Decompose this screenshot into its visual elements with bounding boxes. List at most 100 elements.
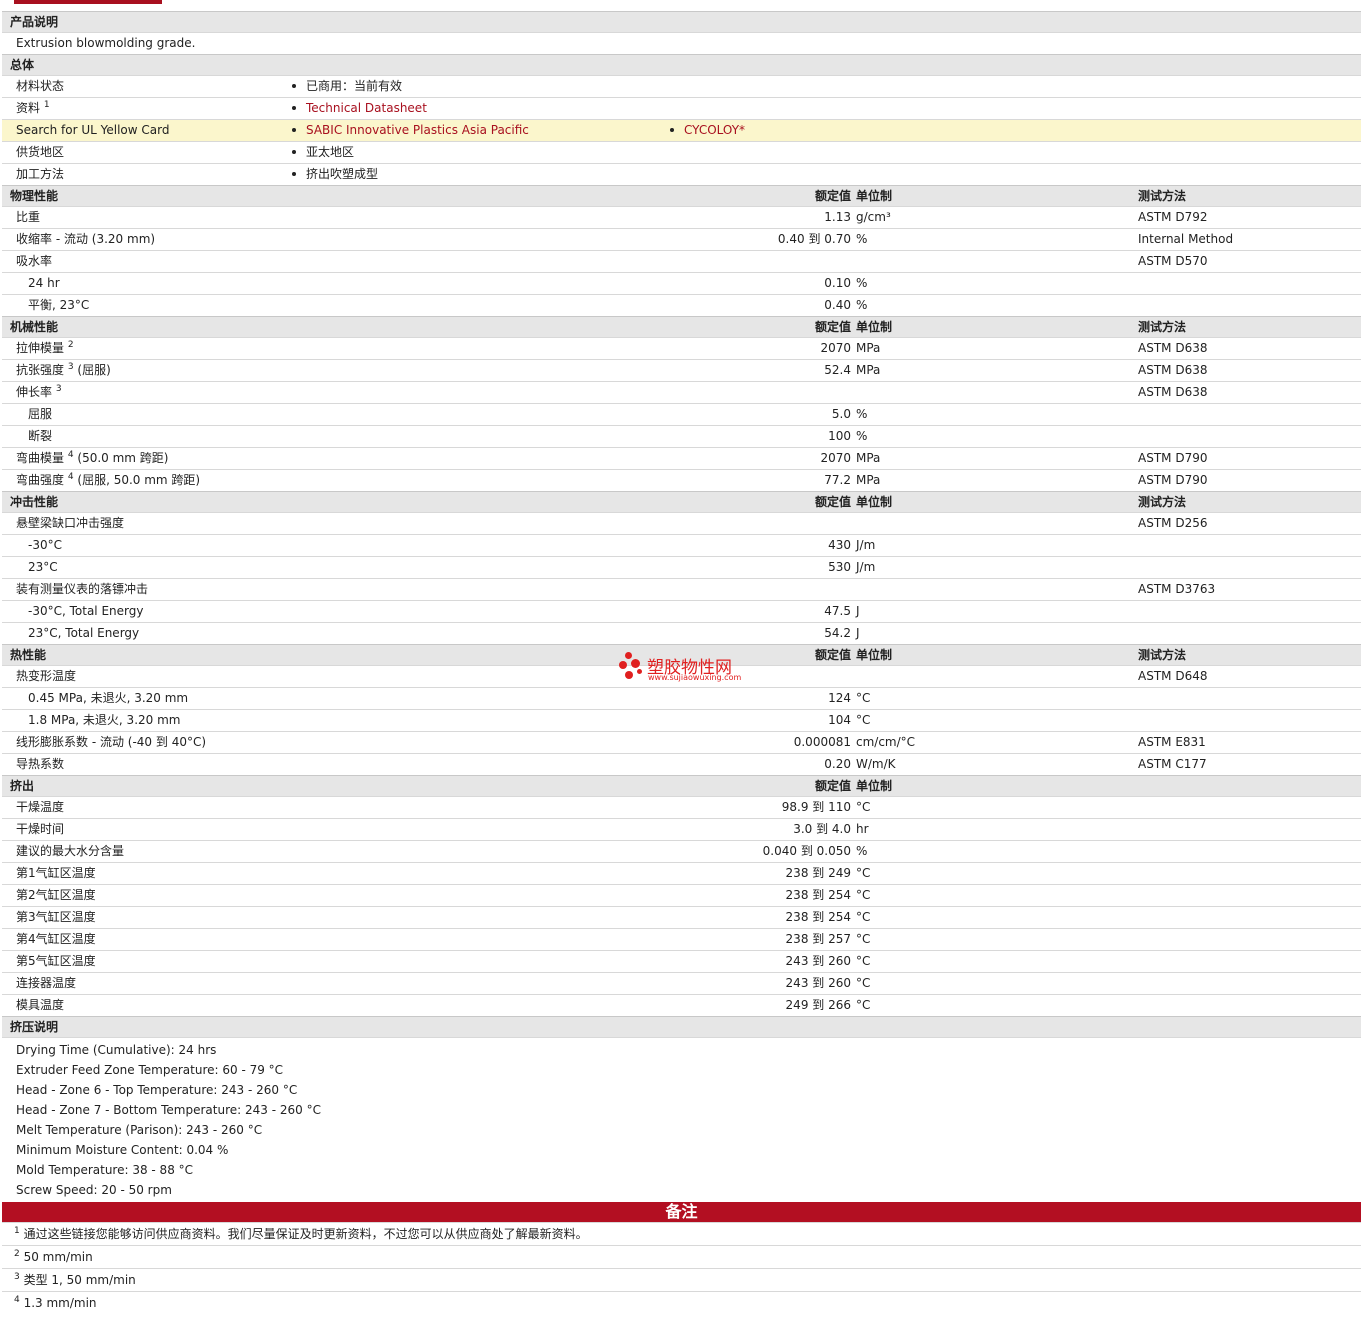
general-row-label: Search for UL Yellow Card <box>16 120 169 141</box>
property-value: 243 到 260 <box>785 954 851 968</box>
property-value: 47.5 <box>824 604 851 618</box>
property-row: 比重 1.13 g/cm³ ASTM D792 <box>2 206 1361 228</box>
general-item-link[interactable]: SABIC Innovative Plastics Asia Pacific <box>306 123 529 137</box>
property-value: 0.10 <box>824 276 851 290</box>
property-test-method: Internal Method <box>1138 232 1234 246</box>
footnote-ref: 3 <box>55 384 62 394</box>
property-row: 弯曲强度 4 (屈服, 50.0 mm 跨距) 77.2 MPa ASTM D790 <box>2 469 1361 491</box>
bullet-icon <box>292 105 296 110</box>
property-row: 第4气缸区温度 238 到 257 °C <box>2 928 1361 950</box>
section-title: 机械性能 <box>10 320 59 334</box>
property-label: 收缩率 - 流动 (3.20 mm) <box>16 229 155 250</box>
header-unit: 单位制 <box>856 648 893 662</box>
property-unit: °C <box>856 976 871 990</box>
top-accent-bar <box>14 0 162 4</box>
general-item[interactable]: Technical Datasheet <box>292 98 427 119</box>
property-unit: °C <box>856 691 871 705</box>
property-row: 悬壁梁缺口冲击强度 ASTM D256 <box>2 512 1361 534</box>
property-value: 0.40 <box>824 298 851 312</box>
property-unit: J <box>856 626 860 640</box>
property-value: 238 到 254 <box>785 888 851 902</box>
remarks-title: 备注 <box>665 1202 698 1221</box>
property-condition: (屈服) <box>73 363 111 377</box>
property-sections: 物理性能 额定值 单位制 测试方法 比重 1.13 g/cm³ ASTM D792 收缩率 - … <box>2 185 1361 1016</box>
header-value: 额定值 <box>814 189 851 203</box>
general-item[interactable]: CYCOLOY* <box>670 120 745 141</box>
property-name: 比重 <box>16 210 41 224</box>
section-title: 总体 <box>10 58 35 72</box>
property-value: 238 到 254 <box>785 910 851 924</box>
header-value: 额定值 <box>814 320 851 334</box>
property-row: 平衡, 23°C 0.40% <box>2 294 1361 316</box>
property-row: 23°C 530 J/m <box>2 556 1361 578</box>
property-row: 模具温度 249 到 266 °C <box>2 994 1361 1016</box>
general-row-label: 资料 1 <box>16 98 50 119</box>
section-header: 物理性能 额定值 单位制 测试方法 <box>2 185 1361 206</box>
label-text: 资料 <box>16 101 41 115</box>
property-name: 干燥温度 <box>16 800 65 814</box>
general-row: Search for UL Yellow Card SABIC Innovativ… <box>2 119 1361 141</box>
property-value: 104 <box>828 713 851 727</box>
property-unit: °C <box>856 713 871 727</box>
general-item-link[interactable]: Technical Datasheet <box>306 101 427 115</box>
property-label: 抗张强度 3 (屈服) <box>16 360 111 381</box>
bullet-icon <box>292 149 296 154</box>
property-unit: cm/cm/°C <box>856 735 916 749</box>
property-name: 连接器温度 <box>16 976 77 990</box>
header-value: 额定值 <box>814 495 851 509</box>
property-name: 24 hr <box>28 276 60 290</box>
header-unit: 单位制 <box>856 495 893 509</box>
section-header-extrusion-notes: 挤压说明 <box>2 1016 1361 1037</box>
general-item-link[interactable]: CYCOLOY* <box>684 123 745 137</box>
extrusion-note-line: Screw Speed: 20 - 50 rpm <box>16 1183 172 1197</box>
section-header-product-description: 产品说明 <box>2 11 1361 32</box>
property-test-method: ASTM D570 <box>1138 254 1208 268</box>
property-label: 24 hr <box>28 273 60 294</box>
property-condition: (屈服, 50.0 mm 跨距) <box>73 473 201 487</box>
header-test-method: 测试方法 <box>1138 495 1187 509</box>
property-row: 连接器温度 243 到 260 °C <box>2 972 1361 994</box>
extrusion-note-line: Melt Temperature (Parison): 243 - 260 °C <box>16 1123 263 1137</box>
label-text: 材料状态 <box>16 79 65 93</box>
property-label: 拉伸模量 2 <box>16 338 74 359</box>
property-label: 屈服 <box>28 404 52 425</box>
property-row: 建议的最大水分含量 0.040 到 0.050% <box>2 840 1361 862</box>
property-row: -30°C 430 J/m <box>2 534 1361 556</box>
property-label: 热变形温度 <box>16 666 76 687</box>
property-name: 热变形温度 <box>16 669 77 683</box>
property-label: 23°C, Total Energy <box>28 623 139 644</box>
property-name: 建议的最大水分含量 <box>16 844 125 858</box>
general-item[interactable]: SABIC Innovative Plastics Asia Pacific <box>292 120 529 141</box>
property-row: 23°C, Total Energy 54.2 J <box>2 622 1361 644</box>
general-item: 挤出吹塑成型 <box>292 164 378 185</box>
property-test-method: ASTM D638 <box>1138 385 1208 399</box>
property-unit: °C <box>856 954 871 968</box>
property-value: 98.9 到 110 <box>781 800 851 814</box>
property-label: 吸水率 <box>16 251 52 272</box>
property-row: 弯曲模量 4 (50.0 mm 跨距) 2070 MPa ASTM D790 <box>2 447 1361 469</box>
property-label: 建议的最大水分含量 <box>16 841 124 862</box>
label-text: 供货地区 <box>16 145 65 159</box>
section-title: 冲击性能 <box>10 495 59 509</box>
watermark-url: www.sujiaowuxing.com <box>648 673 742 682</box>
property-label: 导热系数 <box>16 754 64 775</box>
bullet-icon <box>292 171 296 176</box>
property-name: 线形膨胀系数 <box>16 735 89 749</box>
property-row: 装有测量仪表的落镖冲击 ASTM D3763 <box>2 578 1361 600</box>
label-text: Search for UL Yellow Card <box>16 123 170 137</box>
property-unit: °C <box>856 888 871 902</box>
header-value: 额定值 <box>814 779 851 793</box>
property-label: 比重 <box>16 207 40 228</box>
property-label: 第5气缸区温度 <box>16 951 96 972</box>
section-title: 产品说明 <box>10 15 59 29</box>
footnote-text: 类型 1, 50 mm/min <box>23 1273 136 1287</box>
property-name: 弯曲强度 <box>16 473 65 487</box>
property-name: 1.8 MPa, 未退火, 3.20 mm <box>28 713 181 727</box>
property-row: 拉伸模量 2 2070 MPa ASTM D638 <box>2 337 1361 359</box>
footnote-row: 2 50 mm/min <box>2 1245 1361 1268</box>
extrusion-notes: Drying Time (Cumulative): 24 hrs Extruder… <box>2 1037 1361 1202</box>
property-label: 1.8 MPa, 未退火, 3.20 mm <box>28 710 180 731</box>
property-unit: °C <box>856 910 871 924</box>
extrusion-note-line: Mold Temperature: 38 - 88 °C <box>16 1163 194 1177</box>
property-value: 52.4 <box>824 363 851 377</box>
